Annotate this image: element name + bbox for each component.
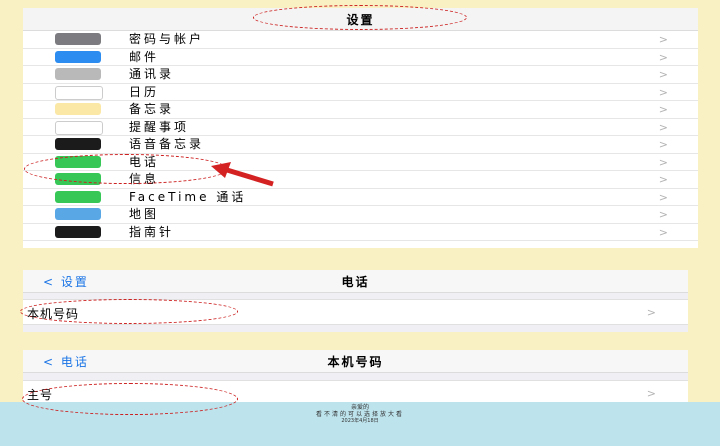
mail-icon	[55, 50, 101, 63]
nav-title: 电话	[341, 275, 370, 289]
settings-row[interactable]: 提醒事项 >	[23, 119, 698, 136]
settings-row[interactable]: 日历 >	[23, 84, 698, 101]
settings-row-label: 密码与帐户	[129, 32, 205, 46]
nav-title: 本机号码	[327, 355, 384, 369]
chevron-right-icon: >	[658, 68, 668, 81]
settings-row-label: 指南针	[129, 224, 175, 239]
annotation-ellipse	[24, 154, 228, 184]
chevron-right-icon: >	[658, 225, 668, 239]
chevron-right-icon: >	[658, 138, 668, 151]
compass-icon	[55, 225, 101, 238]
chevron-right-icon: >	[658, 190, 668, 204]
contacts-icon	[55, 68, 101, 80]
chevron-right-icon: >	[658, 33, 668, 46]
red-arrow-icon	[211, 162, 274, 187]
settings-row-label: 邮件	[129, 49, 160, 64]
settings-row[interactable]: FaceTime 通话 >	[23, 189, 698, 206]
settings-row-label: 提醒事项	[129, 119, 190, 134]
settings-row[interactable]: 语音备忘录 >	[23, 136, 698, 154]
calendar-icon	[55, 85, 103, 100]
settings-row[interactable]: 密码与帐户 >	[23, 31, 698, 49]
maps-icon	[55, 208, 101, 220]
settings-panel: 设置 密码与帐户 > 邮件 > 通讯录 > 日历 > 备忘录 > 提醒事项 > 语音备忘录 > 电话 > 信息 >…	[23, 8, 698, 248]
chevron-right-icon: >	[646, 306, 656, 319]
voice-memos-icon	[55, 138, 101, 150]
settings-row[interactable]: 备忘录 >	[23, 101, 698, 119]
chevron-right-icon: >	[658, 208, 668, 221]
chevron-right-icon: >	[658, 173, 668, 186]
settings-row-label: 通讯录	[129, 67, 175, 81]
settings-row-label: 语音备忘录	[129, 137, 205, 151]
nav-bar: < 电话 本机号码	[23, 350, 688, 373]
chevron-right-icon: >	[658, 85, 668, 99]
notes-icon	[55, 103, 101, 115]
annotation-ellipse	[253, 5, 467, 30]
settings-row-label: 地图	[129, 207, 160, 221]
settings-row[interactable]: 地图 >	[23, 206, 698, 224]
chevron-right-icon: >	[658, 120, 668, 134]
annotation-ellipse	[22, 383, 238, 415]
settings-row-label: 备忘录	[129, 102, 175, 116]
settings-row[interactable]: 指南针 >	[23, 224, 698, 241]
chevron-right-icon: >	[658, 50, 668, 64]
settings-row-label: 日历	[129, 84, 160, 99]
settings-row[interactable]: 邮件 >	[23, 49, 698, 66]
settings-row-label: FaceTime 通话	[129, 189, 247, 204]
chevron-right-icon: >	[646, 387, 656, 400]
nav-bar: < 设置 电话	[23, 270, 688, 293]
reminders-icon	[55, 120, 103, 135]
chevron-right-icon: >	[658, 103, 668, 116]
settings-list: 密码与帐户 > 邮件 > 通讯录 > 日历 > 备忘录 > 提醒事项 > 语音备忘录 > 电话 > 信息 > Fac…	[23, 31, 698, 241]
watermark-line: 2023年4月18日	[341, 418, 379, 424]
chevron-right-icon: >	[658, 155, 668, 169]
facetime-icon	[55, 190, 101, 203]
annotation-ellipse	[20, 299, 238, 324]
key-icon	[55, 33, 101, 45]
settings-row[interactable]: 通讯录 >	[23, 66, 698, 84]
